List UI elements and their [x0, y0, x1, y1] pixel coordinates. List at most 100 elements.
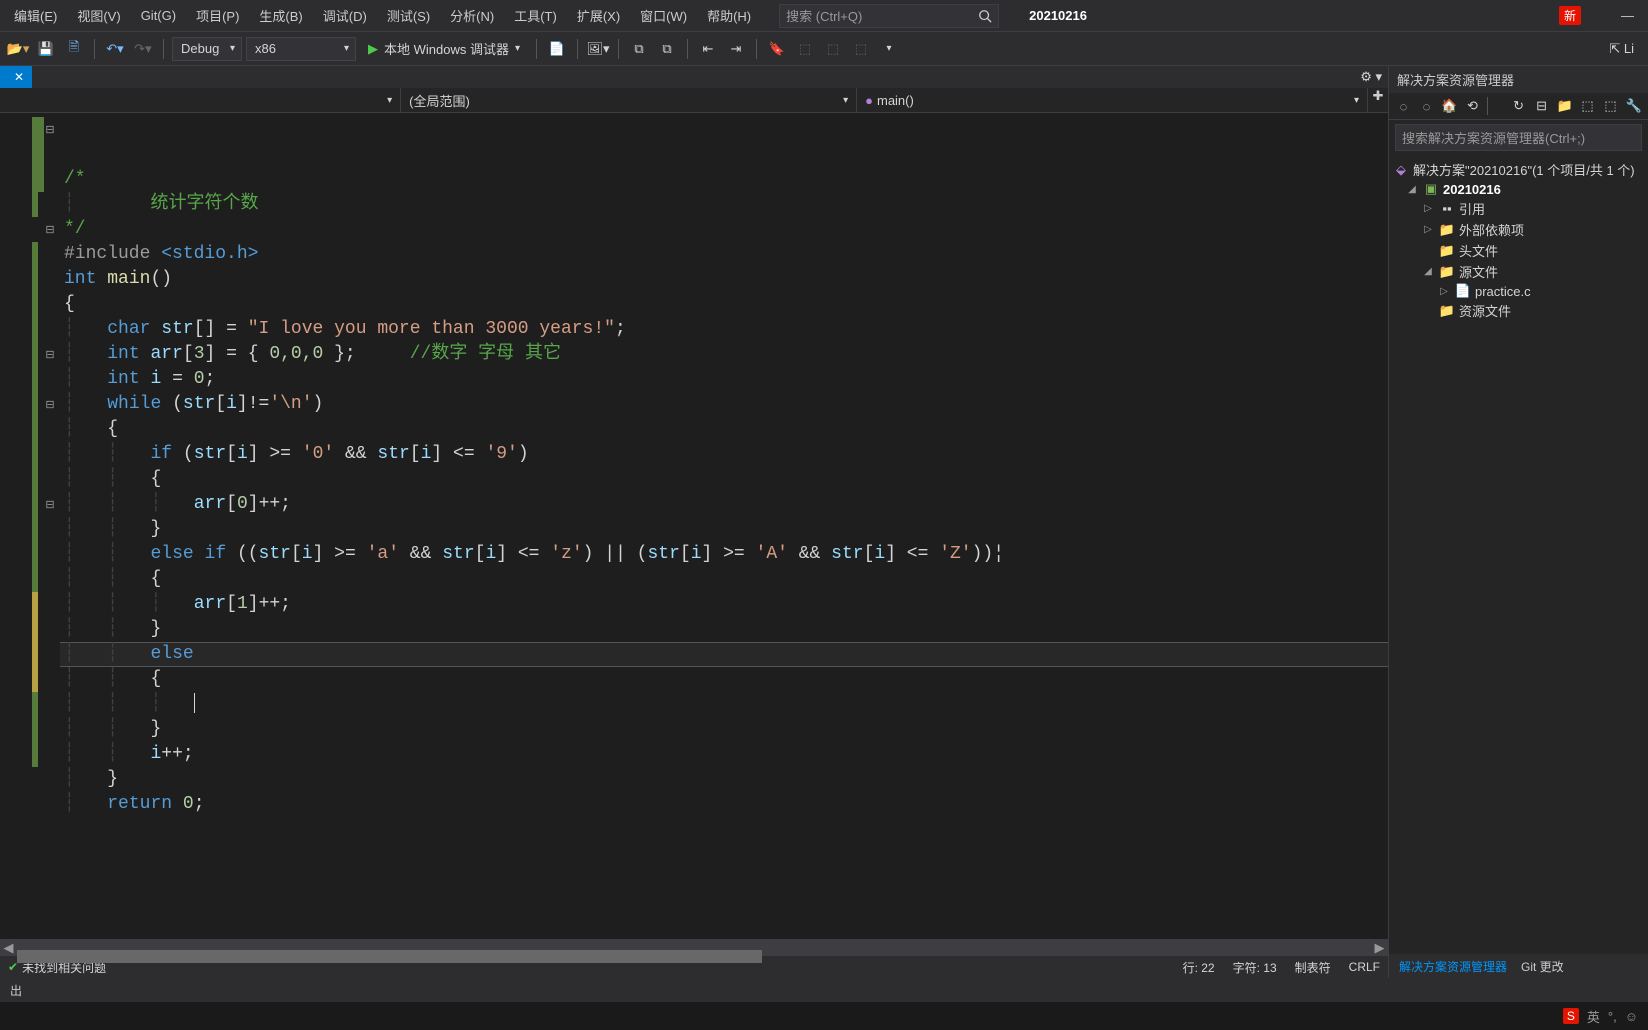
home-icon[interactable]: 🏠 [1441, 97, 1458, 115]
status-line[interactable]: 行: 22 [1183, 959, 1215, 976]
horizontal-scrollbar[interactable]: ◀ ▶ [0, 939, 1388, 956]
forward-icon[interactable]: ◌ [1418, 97, 1435, 115]
collapse-icon[interactable]: ⊟ [1533, 97, 1550, 115]
source-file-node[interactable]: ▷ 📄 practice.c [1389, 282, 1648, 300]
tab-options-icon[interactable]: ⚙ ▾ [1360, 69, 1382, 85]
solution-search-input[interactable]: 搜索解决方案资源管理器(Ctrl+;) [1395, 124, 1642, 151]
toolbar-overflow-icon[interactable]: ▾ [877, 37, 901, 61]
ime-indicator[interactable]: S [1563, 1008, 1579, 1024]
menu-project[interactable]: 项目(P) [186, 2, 249, 29]
undo-icon[interactable]: ↶▾ [103, 37, 127, 61]
chevron-down-icon[interactable]: ◢ [1421, 266, 1435, 277]
properties-icon[interactable]: ⬚ [1579, 97, 1596, 115]
chevron-down-icon[interactable]: ◢ [1405, 184, 1419, 195]
redo-icon[interactable]: ↷▾ [131, 37, 155, 61]
scroll-left-icon[interactable]: ◀ [0, 940, 17, 956]
fold-icon[interactable]: ⊟ [44, 123, 56, 136]
outdent-icon[interactable]: ⇤ [696, 37, 720, 61]
taskbar: S 英 °, ☺ [0, 1002, 1648, 1030]
open-icon[interactable]: 📂▾ [6, 37, 30, 61]
nav-project-dropdown[interactable] [0, 88, 401, 112]
fold-icon[interactable]: ⊟ [44, 348, 56, 361]
tab-git-changes[interactable]: Git 更改 [1521, 958, 1564, 975]
menu-edit[interactable]: 编辑(E) [4, 2, 67, 29]
headers-node[interactable]: 📁 头文件 [1389, 240, 1648, 261]
solution-tree: ⬙ 解决方案"20210216"(1 个项目/共 1 个) ◢ ▣ 202102… [1389, 155, 1648, 325]
menu-analyze[interactable]: 分析(N) [440, 2, 504, 29]
config-dropdown[interactable]: Debug [172, 37, 242, 61]
image-icon[interactable]: 🖼▾ [586, 37, 610, 61]
menu-window[interactable]: 窗口(W) [630, 2, 697, 29]
menu-help[interactable]: 帮助(H) [697, 2, 761, 29]
close-tab-icon[interactable]: ✕ [14, 70, 24, 84]
menu-git[interactable]: Git(G) [131, 4, 186, 27]
status-encoding[interactable]: CRLF [1349, 960, 1380, 974]
fold-icon[interactable]: ⊟ [44, 398, 56, 411]
tab-solution-explorer[interactable]: 解决方案资源管理器 [1399, 958, 1507, 975]
global-search-input[interactable]: 搜索 (Ctrl+Q) [779, 4, 999, 28]
status-char[interactable]: 字符: 13 [1233, 959, 1277, 976]
refresh-icon[interactable]: ↻ [1510, 97, 1527, 115]
chevron-right-icon[interactable]: ▷ [1421, 224, 1435, 235]
bookmark-clear-icon[interactable]: ⬚ [849, 37, 873, 61]
nav-scope-dropdown[interactable]: (全局范围) [401, 88, 857, 112]
project-icon: ▣ [1423, 181, 1439, 197]
new-badge[interactable]: 新 [1559, 6, 1581, 25]
editor-tab-active[interactable]: ✕ [0, 66, 32, 88]
language-indicator[interactable]: 英 [1587, 1007, 1600, 1026]
emoji-picker-icon[interactable]: ☺ [1625, 1009, 1638, 1024]
wrench-icon[interactable]: 🔧 [1625, 97, 1642, 115]
chevron-right-icon[interactable]: ▷ [1437, 286, 1451, 297]
live-share-button[interactable]: ⇱ Li [1601, 41, 1642, 57]
menu-extensions[interactable]: 扩展(X) [567, 2, 630, 29]
comment-icon[interactable]: ⧉ [627, 37, 651, 61]
menubar: 编辑(E) 视图(V) Git(G) 项目(P) 生成(B) 调试(D) 测试(… [0, 0, 1648, 32]
share-icon: ⇱ [1609, 41, 1620, 56]
toolbar: 📂▾ 💾 🗎 ↶▾ ↷▾ Debug x86 ▶ 本地 Windows 调试器 … [0, 32, 1648, 66]
debugger-label: 本地 Windows 调试器 [384, 39, 509, 58]
menu-view[interactable]: 视图(V) [67, 2, 130, 29]
solution-root-node[interactable]: ⬙ 解决方案"20210216"(1 个项目/共 1 个) [1389, 159, 1648, 180]
menu-debug[interactable]: 调试(D) [313, 2, 377, 29]
bookmark-next-icon[interactable]: ⬚ [821, 37, 845, 61]
output-tab[interactable]: 出 [10, 982, 22, 999]
editor-tab-strip: ✕ ⚙ ▾ [0, 66, 1388, 88]
gutter: ⊟ ⊟ ⊟ ⊟ ⊟ [0, 113, 60, 939]
folder-icon: 📁 [1439, 222, 1455, 238]
panel-tabs: 解决方案资源管理器 Git 更改 [1389, 954, 1648, 978]
show-all-icon[interactable]: 📁 [1556, 97, 1573, 115]
scroll-right-icon[interactable]: ▶ [1371, 940, 1388, 956]
sources-node[interactable]: ◢ 📁 源文件 [1389, 261, 1648, 282]
bookmark-prev-icon[interactable]: ⬚ [793, 37, 817, 61]
status-tabs[interactable]: 制表符 [1295, 959, 1331, 976]
folder-icon: 📁 [1439, 243, 1455, 259]
save-all-icon[interactable]: 🗎 [62, 37, 86, 61]
menu-build[interactable]: 生成(B) [249, 2, 312, 29]
uncomment-icon[interactable]: ⧉ [655, 37, 679, 61]
menu-tools[interactable]: 工具(T) [504, 2, 567, 29]
ime-mode-icon[interactable]: °, [1608, 1009, 1617, 1024]
nav-function-dropdown[interactable]: ● main() [857, 88, 1368, 112]
window-dash: — [1621, 8, 1634, 23]
menu-test[interactable]: 测试(S) [377, 2, 440, 29]
platform-dropdown[interactable]: x86 [246, 37, 356, 61]
resources-node[interactable]: 📁 资源文件 [1389, 300, 1648, 321]
references-node[interactable]: ▷ ▪▪ 引用 [1389, 198, 1648, 219]
external-deps-node[interactable]: ▷ 📁 外部依赖项 [1389, 219, 1648, 240]
solution-explorer: 解决方案资源管理器 ◌ ◌ 🏠 ⟲ ↻ ⊟ 📁 ⬚ ⬚ 🔧 搜索解决方案资源管理… [1388, 66, 1648, 978]
code-editor[interactable]: ⊟ ⊟ ⊟ ⊟ ⊟ [0, 113, 1388, 939]
chevron-right-icon[interactable]: ▷ [1421, 203, 1435, 214]
project-node[interactable]: ◢ ▣ 20210216 [1389, 180, 1648, 198]
start-debugging-button[interactable]: ▶ 本地 Windows 调试器 ▾ [360, 37, 528, 61]
scrollbar-thumb[interactable] [17, 950, 762, 963]
save-icon[interactable]: 💾 [34, 37, 58, 61]
indent-icon[interactable]: ⇥ [724, 37, 748, 61]
new-file-icon[interactable]: 📄 [545, 37, 569, 61]
preview-icon[interactable]: ⬚ [1602, 97, 1619, 115]
fold-icon[interactable]: ⊟ [44, 498, 56, 511]
back-icon[interactable]: ◌ [1395, 97, 1412, 115]
split-editor-icon[interactable]: ✚ [1368, 88, 1388, 112]
bookmark-icon[interactable]: 🔖 [765, 37, 789, 61]
sync-icon[interactable]: ⟲ [1464, 97, 1481, 115]
fold-icon[interactable]: ⊟ [44, 223, 56, 236]
